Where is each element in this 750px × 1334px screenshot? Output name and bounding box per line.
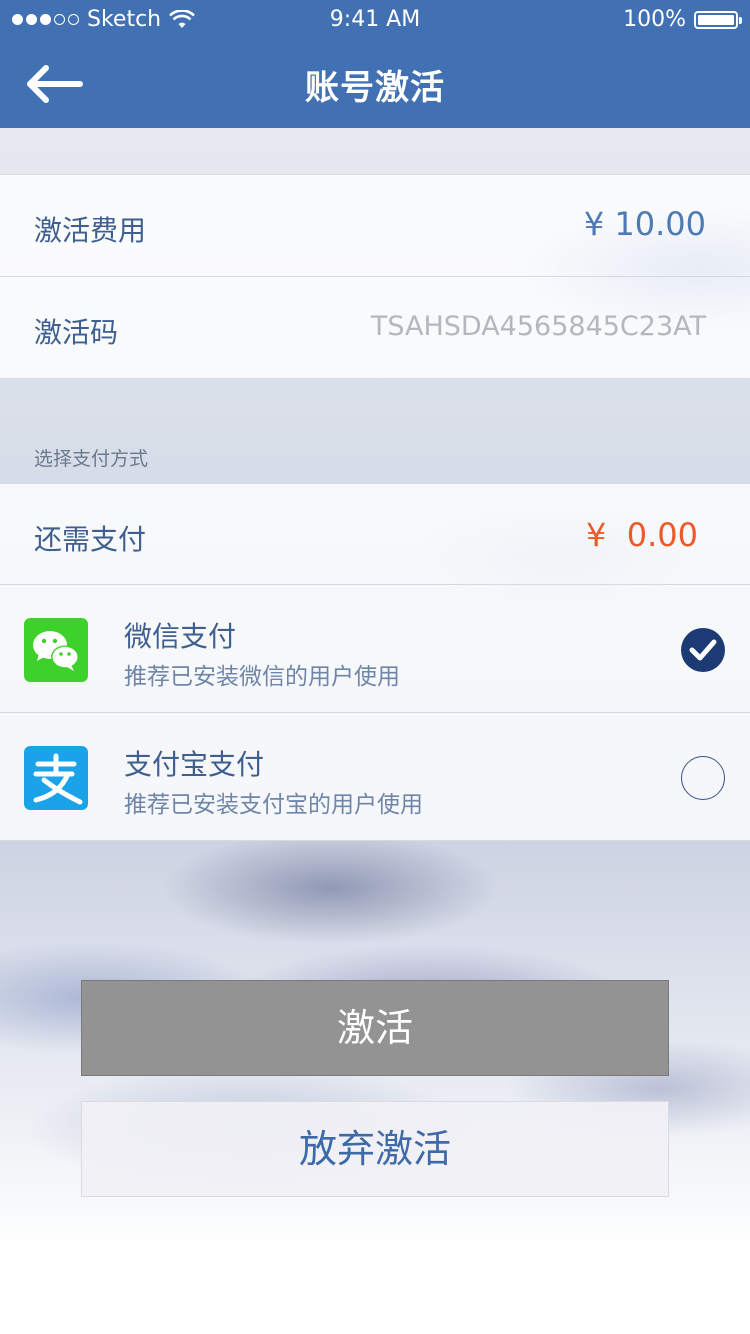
page-title: 账号激活	[305, 68, 445, 108]
status-bar: Sketch 9:41 AM 100%	[0, 0, 750, 40]
battery-tip	[739, 16, 742, 24]
code-label: 激活码	[34, 316, 119, 349]
fee-row: 激活费用 ¥ 10.00	[0, 174, 750, 277]
battery-percent: 100%	[623, 7, 686, 32]
alipay-radio[interactable]	[681, 756, 725, 800]
abandon-activation-button[interactable]: 放弃激活	[81, 1101, 669, 1197]
wechat-pay-title: 微信支付	[124, 620, 237, 653]
fee-value: ¥ 10.00	[583, 205, 706, 243]
nav-bar: 账号激活	[0, 40, 750, 128]
alipay-icon	[24, 746, 88, 810]
wechat-pay-description: 推荐已安装微信的用户使用	[124, 664, 400, 690]
wechat-pay-radio[interactable]	[681, 628, 725, 672]
checkmark-icon	[689, 639, 717, 661]
remaining-row: 还需支付 ¥ 0.00	[0, 483, 750, 585]
status-right: 100%	[623, 7, 742, 32]
code-value: TSAHSDA4565845C23AT	[370, 311, 706, 342]
battery-fill	[698, 14, 734, 25]
alipay-title: 支付宝支付	[124, 748, 265, 781]
battery-icon	[694, 10, 742, 29]
wechat-icon	[24, 618, 88, 682]
remaining-label: 还需支付	[34, 523, 147, 556]
fee-label: 激活费用	[34, 214, 147, 247]
remaining-value: ¥ 0.00	[586, 516, 698, 554]
code-row: 激活码 TSAHSDA4565845C23AT	[0, 277, 750, 379]
activate-button[interactable]: 激活	[81, 980, 669, 1076]
alipay-option[interactable]: 支付宝支付 推荐已安装支付宝的用户使用	[0, 713, 750, 841]
wechat-pay-option[interactable]: 微信支付 推荐已安装微信的用户使用	[0, 585, 750, 713]
payment-section-label: 选择支付方式	[34, 448, 149, 470]
alipay-description: 推荐已安装支付宝的用户使用	[124, 792, 423, 818]
